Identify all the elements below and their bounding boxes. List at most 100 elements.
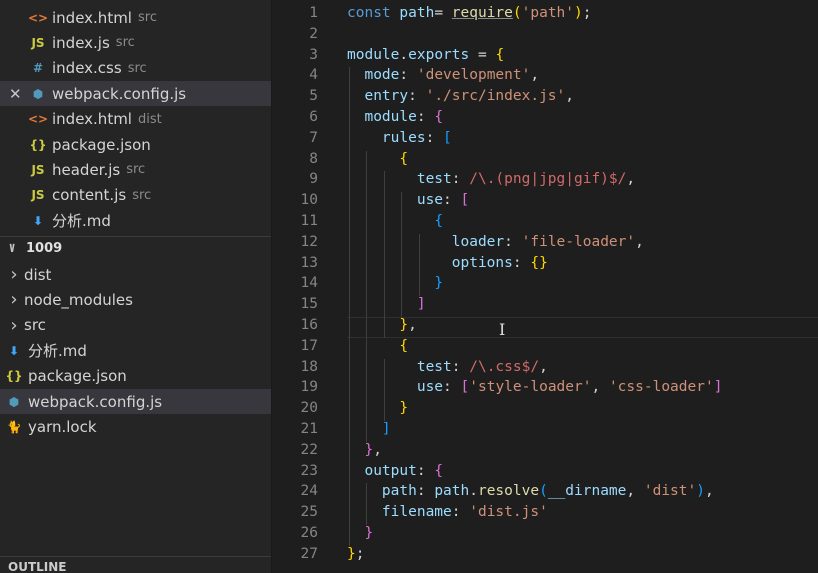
tree-item[interactable]: › node_modules bbox=[0, 287, 271, 312]
line-number: 17 bbox=[300, 337, 318, 354]
tree-item-label: node_modules bbox=[24, 290, 133, 309]
code-line[interactable]: use: ['style-loader', 'css-loader'] bbox=[347, 379, 723, 396]
outline-section-header[interactable]: OUTLINE bbox=[0, 556, 271, 573]
open-editor-item[interactable]: JS header.js src bbox=[0, 157, 271, 182]
code-token: . bbox=[469, 483, 478, 500]
code-line[interactable]: rules: [ bbox=[347, 130, 452, 146]
code-line[interactable]: { bbox=[347, 338, 408, 354]
close-icon[interactable]: ✕ bbox=[9, 85, 22, 103]
code-token: entry bbox=[364, 88, 409, 105]
text-cursor-icon: I bbox=[499, 320, 506, 339]
tree-item[interactable]: 🐈 yarn.lock bbox=[0, 414, 271, 439]
code-token: 'path' bbox=[521, 5, 575, 21]
code-line[interactable]: ] bbox=[347, 296, 426, 312]
code-token: use bbox=[416, 192, 444, 209]
chevron-right-icon: › bbox=[10, 314, 18, 336]
css-file-icon: # bbox=[32, 61, 44, 76]
code-token: options bbox=[451, 254, 513, 271]
tree-item[interactable]: › dist bbox=[0, 262, 271, 287]
code-token: , bbox=[373, 441, 382, 458]
code-line[interactable]: }; bbox=[347, 546, 364, 562]
outline-label: OUTLINE bbox=[8, 560, 67, 573]
code-line[interactable]: } bbox=[347, 400, 408, 416]
file-name: index.css bbox=[52, 59, 122, 78]
code-token: } bbox=[399, 317, 409, 333]
code-line[interactable]: entry: './src/index.js', bbox=[347, 88, 574, 104]
tree-item-label: yarn.lock bbox=[28, 417, 97, 436]
tree-item[interactable]: › src bbox=[0, 313, 271, 338]
code-token: ( bbox=[512, 5, 522, 21]
code-line[interactable]: mode: 'development', bbox=[347, 67, 539, 83]
open-editor-item[interactable]: JS index.js src bbox=[0, 30, 271, 55]
webpack-file-icon: ⬢ bbox=[32, 86, 44, 101]
code-line[interactable]: { bbox=[347, 151, 408, 167]
code-token: rules bbox=[381, 129, 426, 146]
code-token: 'development' bbox=[416, 67, 531, 84]
code-line[interactable]: options: {} bbox=[347, 255, 548, 271]
open-editor-item[interactable]: ⬇ 分析.md bbox=[0, 208, 271, 233]
code-line[interactable]: } bbox=[347, 275, 443, 291]
code-line[interactable]: module.exports = { bbox=[347, 47, 504, 63]
code-token: : bbox=[408, 88, 426, 105]
code-token: : bbox=[443, 379, 461, 396]
tree-item-label: src bbox=[24, 316, 46, 335]
open-editor-item[interactable]: # index.css src bbox=[0, 56, 271, 81]
code-token: : bbox=[451, 358, 470, 375]
open-editor-item[interactable]: <> index.html dist bbox=[0, 107, 271, 132]
open-editor-item[interactable]: JS content.js src bbox=[0, 183, 271, 208]
code-line[interactable]: }, bbox=[347, 441, 382, 458]
code-line[interactable]: { bbox=[347, 213, 443, 229]
code-line[interactable]: } bbox=[347, 525, 373, 541]
code-token: 'file-loader' bbox=[521, 233, 636, 250]
code-token: = bbox=[469, 46, 496, 63]
file-name: content.js bbox=[52, 186, 127, 205]
code-line[interactable]: loader: 'file-loader', bbox=[347, 234, 644, 250]
code-token: 'css-loader' bbox=[608, 379, 714, 396]
open-editor-item[interactable]: {} package.json bbox=[0, 132, 271, 157]
code-line[interactable]: use: [ bbox=[347, 192, 469, 208]
file-folder-desc: src bbox=[126, 162, 146, 178]
line-number: 15 bbox=[300, 296, 318, 313]
folder-header[interactable]: ∨ 1009 bbox=[0, 236, 271, 259]
code-line[interactable]: test: /\.(png|jpg|gif)$/, bbox=[347, 171, 635, 187]
code-token: , bbox=[408, 317, 417, 333]
code-line[interactable]: }, bbox=[347, 317, 417, 333]
code-line[interactable]: path: path.resolve(__dirname, 'dist'), bbox=[347, 483, 714, 499]
code-line[interactable]: module: { bbox=[347, 109, 443, 125]
code-line[interactable]: const path= require('path'); bbox=[347, 5, 591, 21]
line-number: 6 bbox=[309, 109, 318, 125]
yarn-file-icon: 🐈 bbox=[6, 419, 22, 434]
code-token: , bbox=[591, 379, 609, 396]
code-token: ] bbox=[416, 296, 426, 313]
code-line[interactable]: filename: 'dist.js' bbox=[347, 504, 548, 520]
markdown-file-icon: ⬇ bbox=[32, 213, 44, 228]
code-editor[interactable]: 1 2 3 4 5 6 7 8 9 10 11 12 13 14 15 16 17 18 19 20 21 22 23 24 2… bbox=[272, 0, 818, 573]
code-token: , bbox=[626, 171, 636, 188]
code-token: exports bbox=[408, 46, 470, 63]
code-line[interactable]: output: { bbox=[347, 463, 443, 479]
line-number: 8 bbox=[309, 150, 318, 167]
code-line[interactable]: test: /\.css$/, bbox=[347, 359, 548, 375]
open-editor-item[interactable]: <> index.html src bbox=[0, 5, 271, 30]
tree-item[interactable]: ⬇ 分析.md bbox=[0, 338, 271, 363]
folder-name: 1009 bbox=[26, 240, 63, 256]
line-number: 1 bbox=[309, 5, 318, 21]
open-editor-item[interactable]: ✕ ⬢ webpack.config.js bbox=[0, 81, 271, 107]
file-name: package.json bbox=[52, 135, 151, 154]
code-token: use bbox=[416, 379, 444, 396]
tree-item[interactable]: {} package.json bbox=[0, 364, 271, 389]
explorer-sidebar: <> index.html src JS index.js src # index.css sr… bbox=[0, 0, 272, 573]
line-number: 3 bbox=[309, 46, 318, 63]
tree-item[interactable]: ⬢ webpack.config.js bbox=[0, 389, 271, 414]
code-token: } bbox=[364, 441, 374, 458]
code-line[interactable]: ] bbox=[347, 421, 391, 437]
code-token: { bbox=[434, 462, 444, 479]
